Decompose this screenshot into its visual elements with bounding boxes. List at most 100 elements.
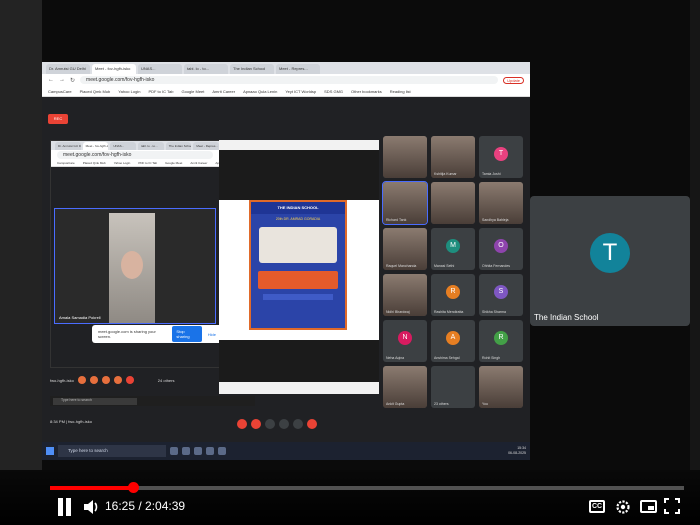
speaker-name: Amala Samadia Pokrell (59, 315, 101, 320)
participant-avatar: O (494, 239, 508, 254)
participant-tile: M Manasi Sethi (431, 228, 475, 270)
inner-tab-strip: Dr. Amrutsi GU DelhiMeet - fov-hgfh-isko… (51, 141, 220, 150)
participant-name: Shikha Sharma (482, 310, 506, 314)
inner-meeting-code: fwo-hgfh-isko (50, 377, 74, 383)
bookmark-item: Yeyt ICT Worldsp (285, 88, 317, 94)
participant-video (431, 182, 475, 224)
browser-tab: Meet - Repres... (193, 142, 220, 150)
taskbar-search: Type here to search (58, 445, 166, 457)
taskbar-app-icon (182, 447, 190, 455)
inner-bookmarks-bar: CampusCare Placed Qmk Mub Yahoo Login PDF t… (51, 159, 219, 167)
participant-name: Tamia Joshi (482, 172, 501, 176)
screen-share-notice: meet.google.com is sharing your screen. … (92, 325, 222, 343)
miniplayer-icon[interactable] (640, 500, 657, 513)
present-icon (293, 419, 303, 429)
bookmark-item: Other bookmarks (351, 88, 382, 94)
update-button: Update (503, 76, 524, 84)
poster-footer (263, 294, 333, 300)
bookmark-item: Google Meet (165, 160, 183, 165)
inner-taskbar: Type here to search (50, 396, 255, 406)
bookmark-item: Apnaao Qula Lenin (243, 88, 278, 94)
participant-tile (383, 136, 427, 178)
meet-controls (237, 419, 317, 429)
fullscreen-icon[interactable] (664, 498, 680, 514)
bookmark-item: Placed Qmk Mub (79, 88, 111, 94)
mic-off-icon (237, 419, 247, 429)
stop-sharing-button: Stop sharing (172, 326, 202, 342)
seek-bar-scrubber[interactable] (128, 482, 140, 493)
bookmarks-bar: CampusCare Placed Qmk Mub Yahoo Login PDF t… (42, 86, 530, 97)
bookmark-item: Reading list (389, 88, 411, 94)
participant-name: Raquel Manchanda (386, 264, 417, 268)
slide-toolbar (219, 140, 379, 150)
participant-tile: S Shikha Sharma (479, 274, 523, 316)
browser-tab: Meet - Repres... (276, 64, 320, 74)
participant-name: Ohhita Fernandes (482, 264, 511, 268)
participant-tile: You (479, 366, 523, 408)
bookmark-item: PDF to IC Tab (138, 160, 158, 165)
volume-icon[interactable] (82, 498, 100, 516)
player-controls-bar (0, 470, 700, 525)
participant-name: Richard Tank (386, 218, 407, 222)
poster-band (258, 271, 338, 289)
current-time: 16:25 (105, 499, 136, 513)
forward-icon: → (59, 77, 65, 83)
speaker-video: Amala Samadia Pokrell (54, 208, 216, 324)
participant-name: Anshima Sehgal (434, 356, 460, 360)
inner-meet-controls: fwo-hgfh-isko 24 others (50, 370, 380, 390)
browser-tab: tabl. lo - to... (184, 64, 228, 74)
bookmark-item: SDS GMG (324, 88, 344, 94)
end-call-icon (307, 419, 317, 429)
participant-avatar: R (446, 285, 460, 300)
captions-button[interactable]: CC (589, 500, 605, 513)
bookmark-item: CampusCare (57, 160, 75, 165)
event-poster: THE INDIAN SCHOOL 20th DR. AMRAD GORADIA (249, 200, 347, 330)
bookmark-item: Amrit Career (212, 88, 236, 94)
browser-tab: The Indian School (230, 64, 274, 74)
participant-grid: Kshitija Kumar T Tamia Joshi Richard Tank Sa… (382, 136, 527, 416)
taskbar-app-icon (194, 447, 202, 455)
participant-avatar: A (446, 331, 460, 346)
left-letterbox (0, 0, 42, 470)
taskbar-clock: 15:34 06-08-2025 (508, 446, 526, 456)
windows-taskbar: Type here to search 15:34 06-08-2025 (42, 442, 530, 460)
browser-tab: Meet - fov-hgfh-isko (92, 64, 136, 74)
settings-gear-icon[interactable] (614, 498, 632, 516)
video-frame: Dr. Amrutsi GU Delhi Meet - fov-hgfh-isko… (0, 0, 700, 525)
url-field: meet.google.com/fov-hgfh-isko (80, 76, 499, 84)
pause-button[interactable] (56, 498, 72, 516)
seek-bar-played (50, 486, 134, 490)
bookmark-item: PDF to IC Tab (148, 88, 174, 94)
participant-name: Rashita Mendiratta (434, 310, 464, 314)
inner-others-count: 24 others (157, 377, 175, 383)
participant-tile: R Rohit Singh (479, 320, 523, 362)
participant-tile: R Rashita Mendiratta (431, 274, 475, 316)
hide-button: Hide (207, 331, 216, 337)
participant-tile: 23 others (431, 366, 475, 408)
address-bar: ← → ↻ meet.google.com/fov-hgfh-isko Upda… (42, 74, 530, 86)
seek-bar[interactable] (50, 482, 684, 493)
participant-tile: Raquel Manchanda (383, 228, 427, 270)
bookmark-item: Placed Qmk Mub (82, 160, 106, 165)
inner-url-field: meet.google.com/fov-hgfh-isko (57, 150, 213, 159)
participant-tile: Richard Tank (382, 181, 428, 225)
meeting-info: 8:34 PM | fwo-hgfh-isko (50, 419, 92, 424)
participant-avatar: T (494, 147, 508, 162)
taskbar-app-icon (218, 447, 226, 455)
end-call-icon (125, 376, 134, 384)
browser-tab-strip: Dr. Amrutsi GU Delhi Meet - fov-hgfh-isko… (42, 62, 530, 74)
mic-icon (77, 376, 86, 384)
participant-tile: O Ohhita Fernandes (479, 228, 523, 270)
participant-name: Rohit Singh (482, 356, 501, 360)
browser-tab: UNAS... (138, 64, 182, 74)
browser-tab: Dr. Amrutsi GU Delhi (46, 64, 90, 74)
share-notice-text: meet.google.com is sharing your screen. (98, 329, 156, 339)
captions-icon (101, 376, 110, 384)
poster-artwork (259, 227, 337, 263)
participant-name: Nidhi Bhardwaj (386, 310, 410, 314)
participant-tile: Sandhya Bahleja (479, 182, 523, 224)
participant-avatar: S (494, 285, 508, 300)
bookmark-item: CampusCare (48, 88, 72, 94)
bookmark-item: Yahoo Login (118, 88, 141, 94)
speaker-image (109, 213, 155, 323)
